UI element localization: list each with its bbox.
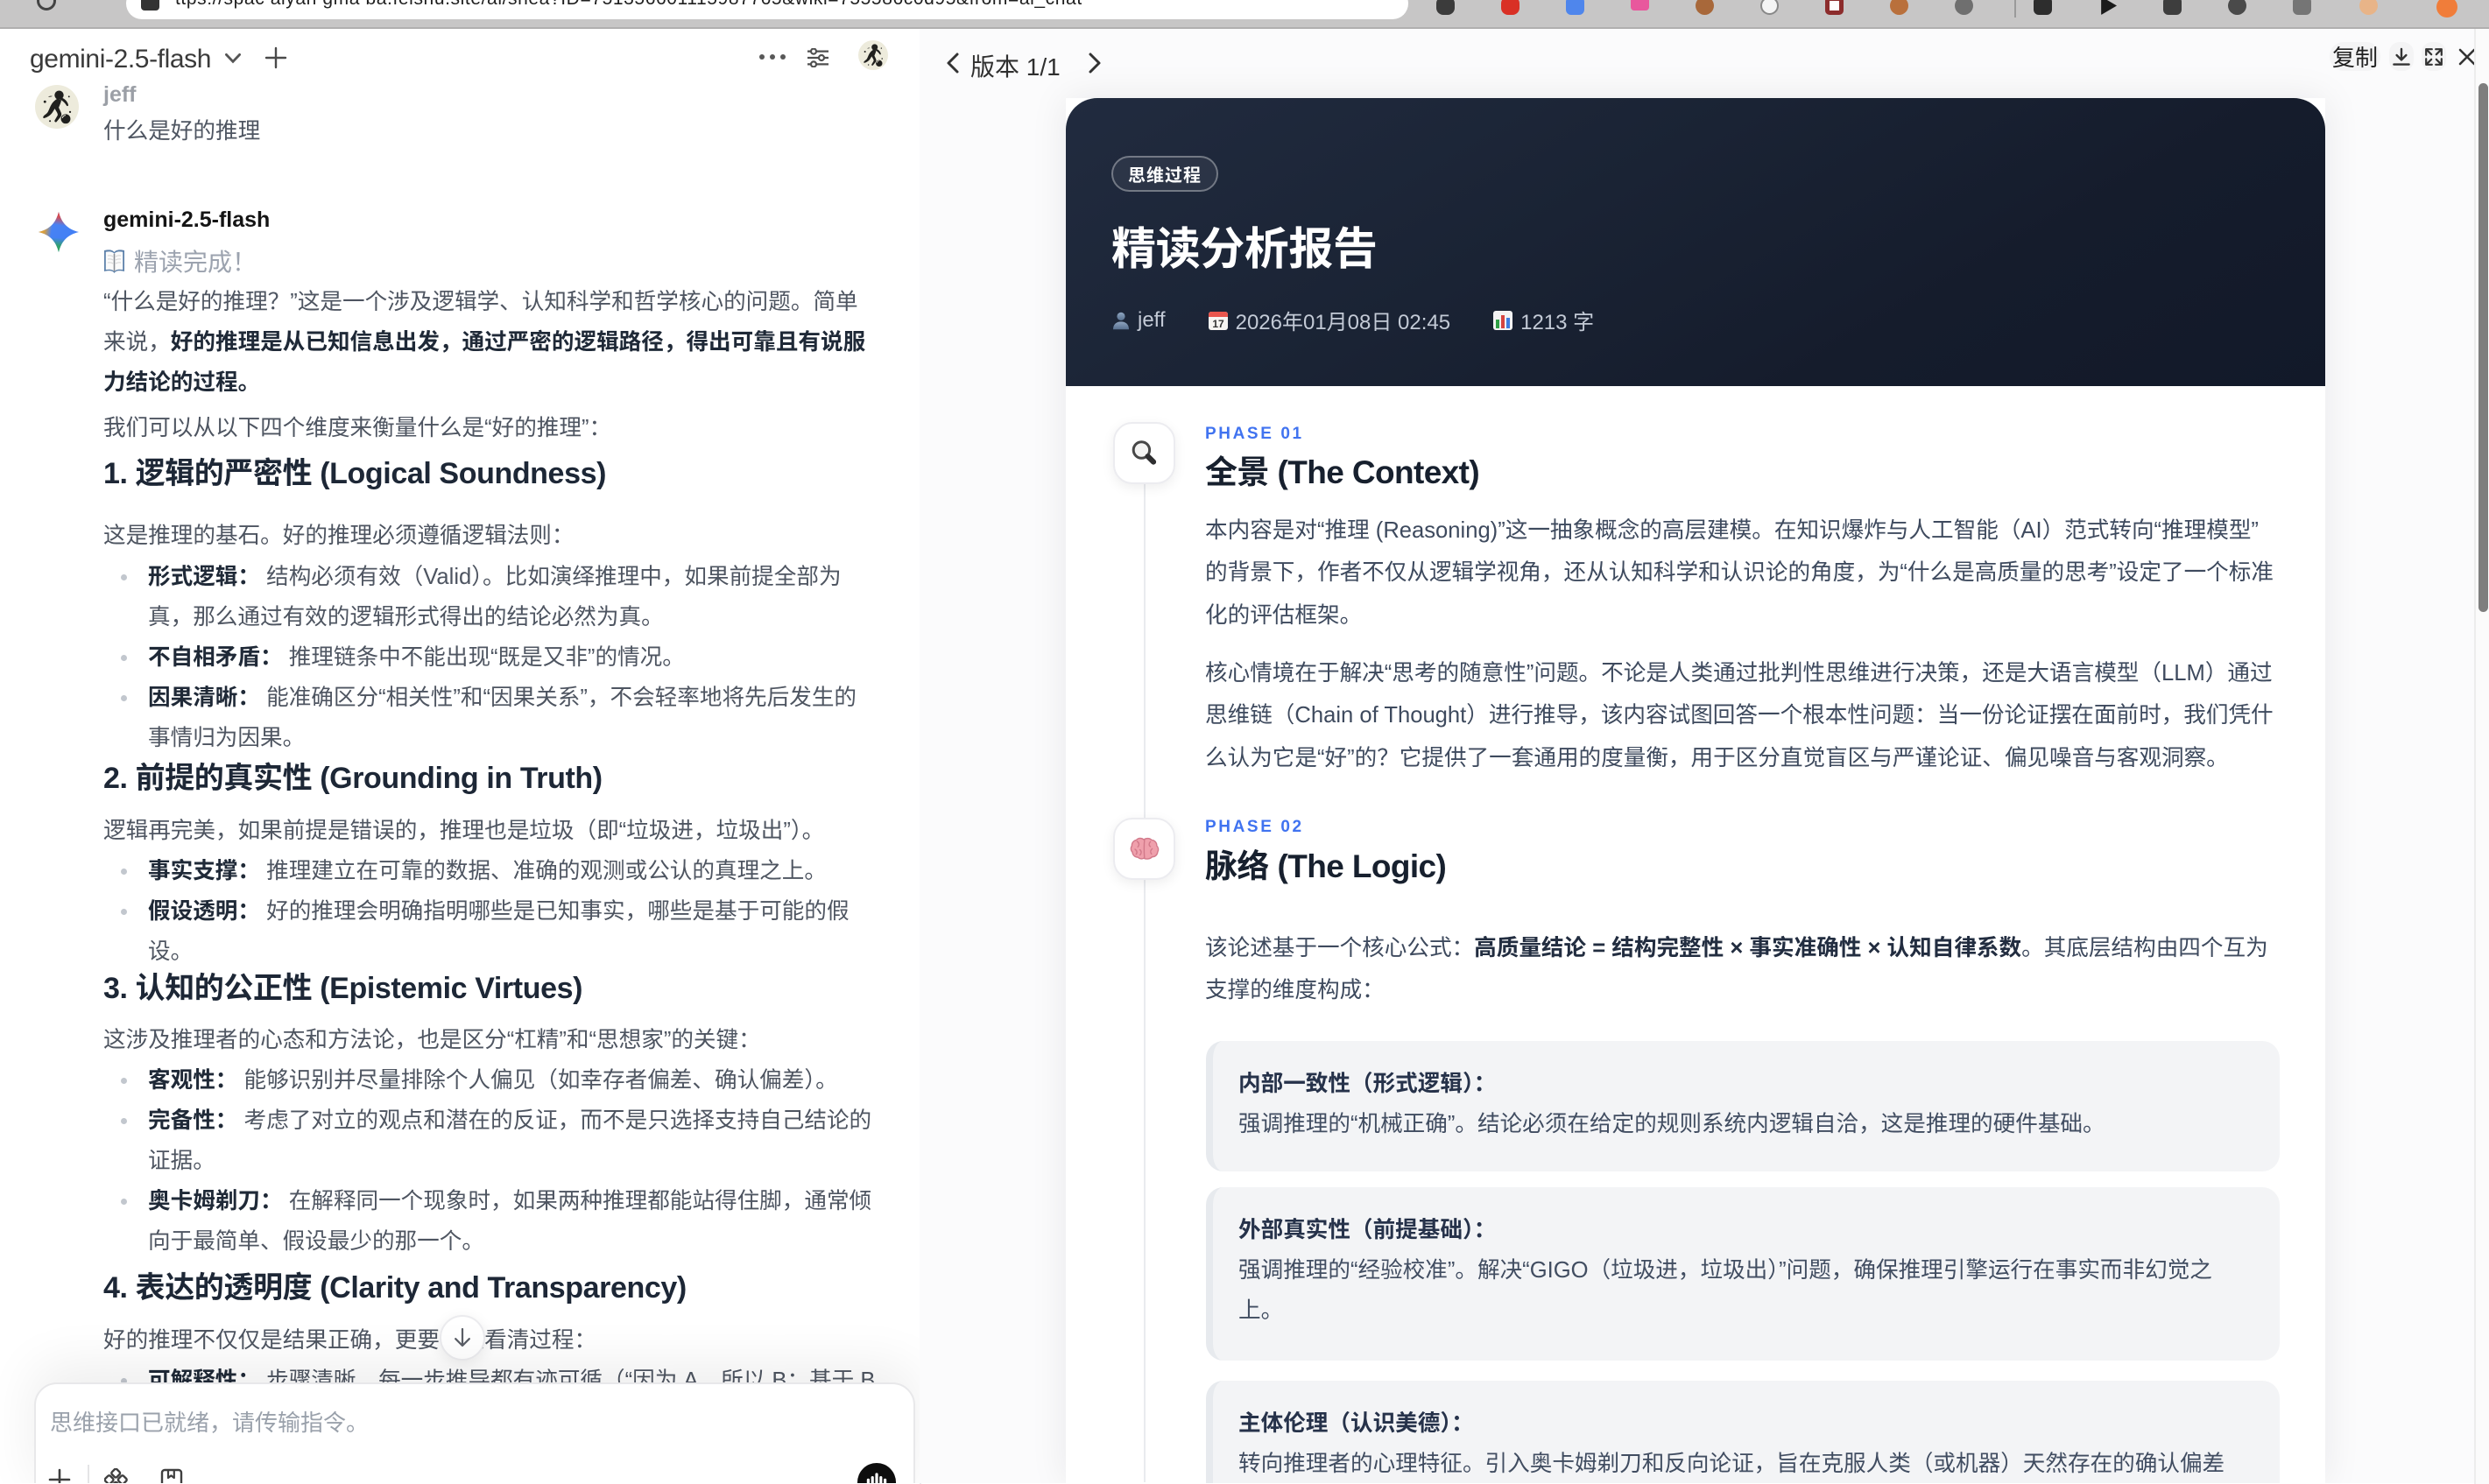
svg-text:17: 17 — [1212, 318, 1224, 330]
